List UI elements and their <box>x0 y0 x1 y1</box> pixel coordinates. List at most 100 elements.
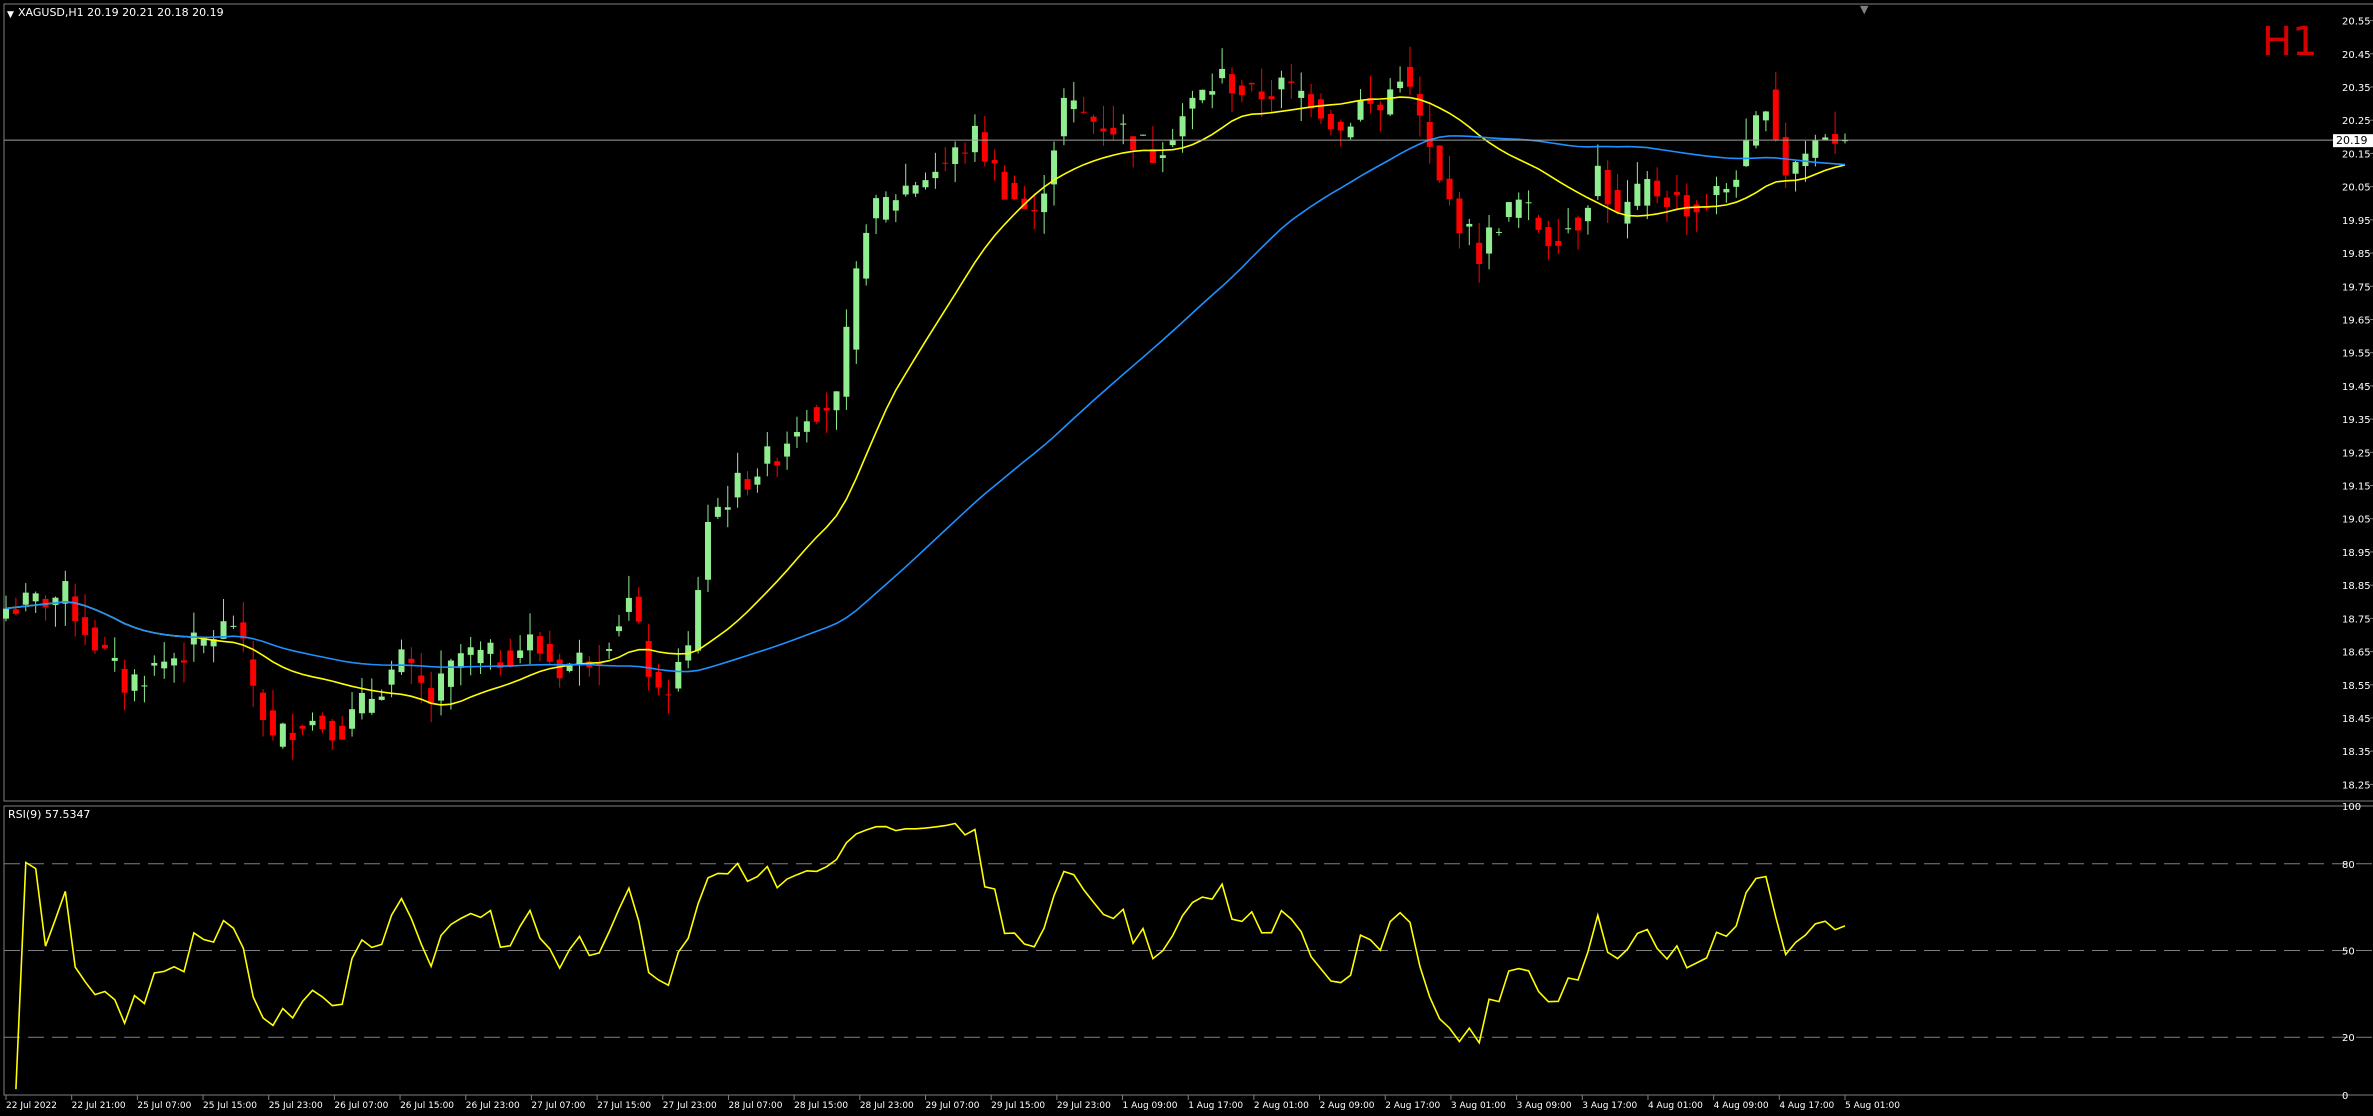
candle-body <box>1179 116 1186 137</box>
price-tick-label: 19.45 <box>2342 382 2371 393</box>
candle-body <box>1130 136 1137 151</box>
candle-body <box>72 596 79 622</box>
candle-body <box>536 636 543 654</box>
candle-body <box>1664 197 1671 207</box>
candle-body <box>1278 77 1285 90</box>
candle-body <box>180 660 187 663</box>
candle-body <box>1317 99 1324 119</box>
candle-body <box>260 692 267 721</box>
time-tick-label: 22 Jul 21:00 <box>72 1101 126 1111</box>
candle-body <box>62 581 69 604</box>
candle-body <box>1159 155 1166 158</box>
rsi-label: RSI(9) 57.5347 <box>8 808 90 821</box>
candle-body <box>922 180 929 188</box>
candle-body <box>358 692 365 714</box>
time-tick-label: 4 Aug 17:00 <box>1779 1101 1834 1111</box>
candle-body <box>1337 121 1344 131</box>
candle-body <box>1654 180 1661 197</box>
price-tick-label: 18.75 <box>2342 614 2371 625</box>
candle-body <box>438 673 445 701</box>
candle-body <box>1822 137 1829 140</box>
candle-body <box>981 132 988 162</box>
candle-body <box>349 709 356 729</box>
candle-body <box>121 668 128 693</box>
candle-body <box>882 197 889 220</box>
candle-body <box>932 171 939 179</box>
candle-body <box>1090 116 1097 122</box>
candle-body <box>1614 190 1621 212</box>
candle-body <box>1258 91 1265 100</box>
price-tick-label: 19.25 <box>2342 448 2371 459</box>
candle-body <box>546 643 553 662</box>
candle-body <box>1515 199 1522 218</box>
candle-body <box>1288 81 1295 83</box>
candle-body <box>1545 227 1552 247</box>
candles <box>3 46 1848 760</box>
chart-shift-marker[interactable]: ▼ <box>1860 3 1869 16</box>
candle-body <box>1683 195 1690 217</box>
time-tick-label: 26 Jul 23:00 <box>466 1101 520 1111</box>
candle-body <box>1584 207 1591 222</box>
candle-body <box>1713 186 1720 196</box>
candle-body <box>329 720 336 741</box>
candle-body <box>1110 127 1117 135</box>
candle-body <box>1219 68 1226 79</box>
chart-header-triangle[interactable]: ▼ <box>7 10 14 20</box>
candle-body <box>1169 139 1176 146</box>
candle-body <box>1229 74 1235 94</box>
time-tick-label: 2 Aug 01:00 <box>1254 1101 1309 1111</box>
rsi-tick-label: 80 <box>2342 860 2355 871</box>
time-tick-label: 27 Jul 23:00 <box>663 1101 717 1111</box>
candle-body <box>704 522 711 580</box>
candle-body <box>1011 182 1018 200</box>
time-axis: 22 Jul 2022 22 Jul 21:00 25 Jul 07:00 25 Ju… <box>5 1095 1900 1111</box>
time-tick-label: 25 Jul 07:00 <box>137 1101 191 1111</box>
candle-body <box>1802 153 1809 167</box>
price-tick-label: 20.05 <box>2342 183 2371 194</box>
current-price-label: 20.19 <box>2336 134 2368 147</box>
candle-body <box>813 407 820 422</box>
candle-body <box>1634 183 1641 206</box>
candle-body <box>892 200 899 211</box>
candle-body <box>339 725 346 740</box>
candle-body <box>754 476 761 485</box>
candle-body <box>22 592 29 605</box>
price-tick-label: 20.55 <box>2342 17 2371 28</box>
candle-body <box>1644 179 1651 206</box>
candle-body <box>1535 217 1542 230</box>
candle-body <box>625 597 632 612</box>
candle-body <box>1594 165 1601 197</box>
candle-body <box>1624 201 1631 224</box>
candle-body <box>695 590 702 651</box>
candle-body <box>111 657 118 661</box>
candle-body <box>3 608 9 619</box>
candle-body <box>1327 113 1334 130</box>
price-tick-label: 19.95 <box>2342 216 2371 227</box>
candle-body <box>447 660 454 687</box>
candle-body <box>428 688 435 704</box>
candle-body <box>645 641 652 677</box>
candle-body <box>1387 89 1394 115</box>
candle-body <box>962 152 969 154</box>
price-tick-label: 20.15 <box>2342 149 2371 160</box>
candle-body <box>1693 204 1700 213</box>
price-tick-label: 19.05 <box>2342 515 2371 526</box>
candle-body <box>912 185 919 194</box>
candle-body <box>764 446 771 464</box>
price-tick-label: 19.75 <box>2342 282 2371 293</box>
candle-body <box>774 461 781 466</box>
candle-body <box>744 479 751 490</box>
candle-body <box>1189 97 1196 109</box>
time-tick-label: 2 Aug 09:00 <box>1320 1101 1375 1111</box>
candle-body <box>1772 89 1779 140</box>
candle-body <box>665 694 672 696</box>
candle-body <box>1753 115 1760 146</box>
candle-body <box>1525 202 1532 204</box>
time-tick-label: 26 Jul 07:00 <box>334 1101 388 1111</box>
candle-body <box>942 162 949 164</box>
price-tick-label: 18.95 <box>2342 548 2371 559</box>
candle-body <box>1466 223 1473 227</box>
candle-body <box>724 507 731 510</box>
time-tick-label: 25 Jul 15:00 <box>203 1101 257 1111</box>
time-tick-label: 3 Aug 17:00 <box>1582 1101 1637 1111</box>
